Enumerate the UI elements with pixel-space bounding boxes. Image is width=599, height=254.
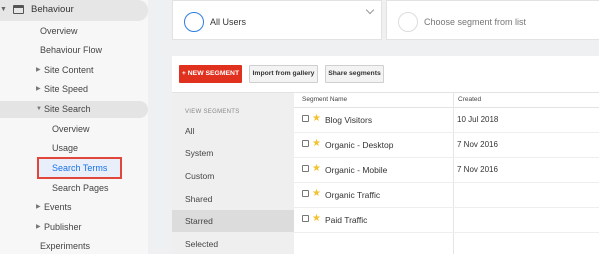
nav-item-usage[interactable]: Usage <box>0 140 148 157</box>
nav-item-experiments[interactable]: Experiments <box>0 238 148 254</box>
created-date: 7 Nov 2016 <box>457 165 498 174</box>
segment-picker-empty[interactable]: Choose segment from list <box>386 0 599 40</box>
star-icon[interactable]: ★ <box>312 113 321 124</box>
table-row: ★ Blog Visitors 10 Jul 2018 <box>294 108 599 133</box>
filter-shared[interactable]: Shared <box>172 188 294 210</box>
caret-right-icon: ▶ <box>36 224 41 230</box>
row-checkbox[interactable] <box>302 115 309 122</box>
column-header-segment-name[interactable]: Segment Name <box>302 96 347 103</box>
chevron-down-icon[interactable] <box>365 5 375 15</box>
row-checkbox[interactable] <box>302 140 309 147</box>
filter-selected[interactable]: Selected <box>172 233 294 254</box>
caret-right-icon: ▶ <box>36 86 41 92</box>
nav-item-site-speed[interactable]: ▶ Site Speed <box>0 81 148 98</box>
created-date: 7 Nov 2016 <box>457 140 498 149</box>
caret-right-icon: ▶ <box>36 67 41 73</box>
filter-all[interactable]: All <box>172 120 294 142</box>
nav-item-overview[interactable]: Overview <box>0 23 148 40</box>
table-row: ★ Organic - Mobile 7 Nov 2016 <box>294 158 599 183</box>
segment-panel: + NEW SEGMENT Import from gallery Share … <box>172 56 599 254</box>
new-segment-button[interactable]: + NEW SEGMENT <box>179 65 242 83</box>
nav-item-behaviour-flow[interactable]: Behaviour Flow <box>0 42 148 59</box>
created-date: 10 Jul 2018 <box>457 115 499 124</box>
row-checkbox[interactable] <box>302 190 309 197</box>
table-row: ★ Organic - Desktop 7 Nov 2016 <box>294 133 599 158</box>
star-icon[interactable]: ★ <box>312 138 321 149</box>
view-segments-heading: VIEW SEGMENTS <box>185 109 240 115</box>
star-icon[interactable]: ★ <box>312 163 321 174</box>
nav-item-site-search[interactable]: ▼ Site Search <box>0 101 148 118</box>
table-row: ★ Organic Traffic <box>294 183 599 208</box>
nav-item-site-content[interactable]: ▶ Site Content <box>0 62 148 79</box>
filter-system[interactable]: System <box>172 142 294 164</box>
filter-starred[interactable]: Starred <box>172 210 294 232</box>
segment-placeholder: Choose segment from list <box>424 17 527 27</box>
view-segments-list: VIEW SEGMENTS All System Custom Shared S… <box>172 92 294 254</box>
share-segments-button[interactable]: Share segments <box>325 65 384 83</box>
nav-item-publisher[interactable]: ▶ Publisher <box>0 219 148 236</box>
nav-item-search-overview[interactable]: Overview <box>0 121 148 138</box>
row-checkbox[interactable] <box>302 215 309 222</box>
star-icon[interactable]: ★ <box>312 213 321 224</box>
caret-down-icon: ▼ <box>0 6 7 13</box>
segments-table: Segment Name Created ★ Blog Visitors 10 … <box>294 92 599 254</box>
table-row: ★ Paid Traffic <box>294 208 599 233</box>
nav-item-events[interactable]: ▶ Events <box>0 199 148 216</box>
import-from-gallery-button[interactable]: Import from gallery <box>249 65 318 83</box>
segment-picker-all-users[interactable]: All Users <box>172 0 382 40</box>
star-icon[interactable]: ★ <box>312 188 321 199</box>
caret-right-icon: ▶ <box>36 204 41 210</box>
segment-name[interactable]: Organic - Desktop <box>325 140 394 150</box>
nav-item-search-terms[interactable]: Search Terms <box>0 160 148 177</box>
segment-label: All Users <box>210 17 247 27</box>
filter-custom[interactable]: Custom <box>172 165 294 187</box>
table-header: Segment Name Created <box>294 92 599 108</box>
segment-name[interactable]: Blog Visitors <box>325 115 372 125</box>
window-icon <box>13 5 24 14</box>
segment-circle-icon <box>398 12 418 32</box>
left-nav: ▼ Behaviour Overview Behaviour Flow ▶ Si… <box>0 0 148 254</box>
column-header-created[interactable]: Created <box>458 96 481 103</box>
segment-name[interactable]: Paid Traffic <box>325 215 367 225</box>
segment-name[interactable]: Organic - Mobile <box>325 165 387 175</box>
row-checkbox[interactable] <box>302 165 309 172</box>
segment-name[interactable]: Organic Traffic <box>325 190 380 200</box>
nav-section-label: Behaviour <box>31 4 74 15</box>
nav-section-behaviour[interactable]: ▼ Behaviour <box>0 0 148 21</box>
segment-circle-icon <box>184 12 204 32</box>
caret-down-icon: ▼ <box>36 106 42 112</box>
nav-item-search-pages[interactable]: Search Pages <box>0 180 148 197</box>
